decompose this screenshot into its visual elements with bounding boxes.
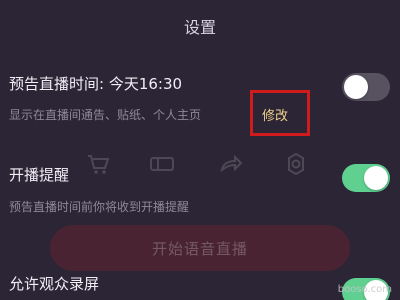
toggle-knob [344,75,368,99]
live-reminder-label: 开播提醒 [9,166,70,184]
scheduled-live-time-description: 显示在直播间通告、贴纸、个人主页 [9,108,202,122]
scheduled-live-time-label: 预告直播时间: 今天16:30 [9,75,183,93]
settings-icon [282,150,310,178]
page-title: 设置 [183,18,216,37]
toggle-knob [364,166,388,190]
share-icon [216,150,244,178]
start-voice-live-button[interactable]: 开始语音直播 [50,225,350,271]
edit-highlight-box [250,90,310,136]
allow-recording-label: 允许观众录屏 [9,275,100,293]
coupon-icon [148,150,176,178]
live-reminder-description: 预告直播时间前你将收到开播提醒 [9,200,190,214]
cart-icon [84,150,112,178]
live-reminder-toggle[interactable] [342,164,390,192]
scheduled-live-toggle[interactable] [342,73,390,101]
watermark-logo: booso.com [337,284,392,295]
settings-screen: 开始语音直播 设置 预告直播时间: 今天16:30 显示在直播间通告、贴纸、个人… [0,0,400,300]
start-voice-live-label: 开始语音直播 [151,239,248,258]
